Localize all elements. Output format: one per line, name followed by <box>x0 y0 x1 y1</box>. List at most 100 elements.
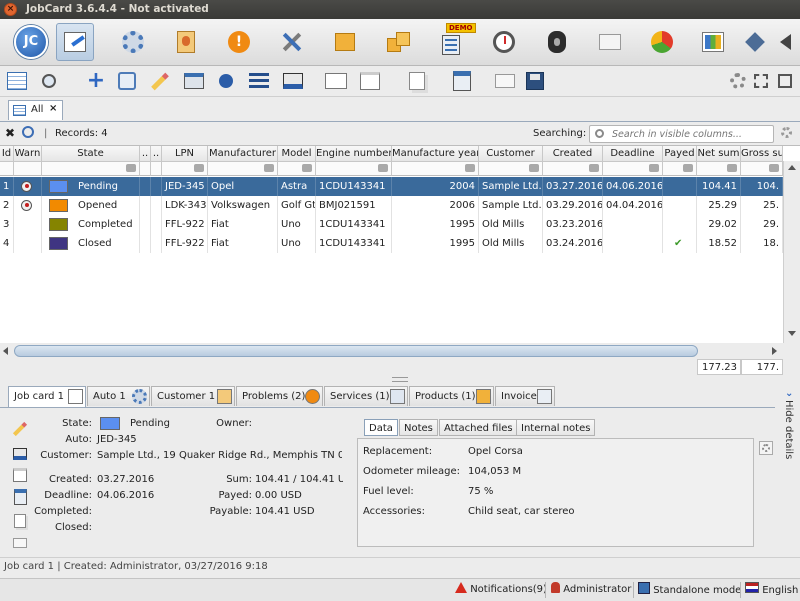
nav-services-button[interactable] <box>273 23 311 61</box>
detail-tab-tools[interactable]: Services (1) <box>324 386 408 406</box>
nav-collapse-button[interactable] <box>772 23 798 61</box>
column-header-model[interactable]: Model <box>278 146 316 162</box>
column-header-lpn[interactable]: LPN <box>162 146 208 162</box>
tab-close-icon[interactable]: × <box>49 103 57 114</box>
print-list-button[interactable] <box>182 69 206 93</box>
nav-customers-button[interactable] <box>167 23 205 61</box>
column-filter-spacer-4[interactable] <box>151 162 162 176</box>
column-filter-lpn[interactable] <box>162 162 208 176</box>
search-input[interactable] <box>610 128 774 141</box>
add-button[interactable]: + <box>84 69 108 93</box>
customer-value[interactable]: Sample Ltd., 19 Quaker Ridge Rd., Memphi… <box>97 450 342 461</box>
print-button[interactable] <box>281 69 305 93</box>
column-filter-engine[interactable] <box>316 162 392 176</box>
column-filter-net[interactable] <box>697 162 741 176</box>
mail-details-button[interactable] <box>11 534 29 552</box>
detail-tab-package[interactable]: Products (1) <box>409 386 494 406</box>
print-details-button[interactable] <box>11 445 29 463</box>
scroll-left-icon[interactable] <box>3 347 8 355</box>
list-view-button[interactable] <box>247 69 271 93</box>
column-filter-deadline[interactable] <box>603 162 663 176</box>
detail-tab-job-card[interactable]: Job card 1 <box>8 386 86 407</box>
table-row[interactable]: 4 Closed FFL-922 Fiat Uno 1CDU143341 1995 Old M… <box>0 234 783 253</box>
column-filter-model[interactable] <box>278 162 316 176</box>
nav-warehouse-button[interactable] <box>379 23 417 61</box>
nav-products-button[interactable] <box>326 23 364 61</box>
column-header-year[interactable]: Manufacture year <box>392 146 479 162</box>
scroll-right-icon[interactable] <box>772 347 777 355</box>
column-header-customer[interactable]: Customer <box>479 146 543 162</box>
column-filter-created[interactable] <box>543 162 603 176</box>
user-button[interactable]: Administrator <box>551 582 631 598</box>
data-panel-settings-button[interactable] <box>759 441 773 455</box>
mode-button[interactable]: Standalone mode <box>638 582 741 598</box>
column-header-state[interactable]: State <box>42 146 140 162</box>
fullscreen-button[interactable] <box>749 69 773 93</box>
column-header-deadline[interactable]: Deadline <box>603 146 663 162</box>
nav-home-button[interactable]: JC <box>12 23 50 61</box>
inner-tab-attached-files[interactable]: Attached files <box>439 419 518 436</box>
column-header-payed[interactable]: Payed <box>663 146 697 162</box>
window-star-button[interactable] <box>358 69 382 93</box>
detail-tab-gear[interactable]: Auto 1 <box>87 386 150 406</box>
report-details-button[interactable] <box>11 488 29 506</box>
save-button[interactable] <box>523 69 547 93</box>
column-filter-payed[interactable] <box>663 162 697 176</box>
column-filter-id[interactable] <box>0 162 14 176</box>
horizontal-scroll-thumb[interactable] <box>14 345 698 357</box>
column-header-id[interactable]: Id <box>0 146 14 162</box>
report-button[interactable] <box>450 69 474 93</box>
inner-tab-internal-notes[interactable]: Internal notes <box>516 419 596 436</box>
inner-tab-data[interactable]: Data <box>364 419 398 436</box>
clear-filter-icon[interactable]: ✖ <box>5 126 15 140</box>
column-header-warn[interactable]: Warn <box>14 146 42 162</box>
column-filter-state[interactable] <box>42 162 140 176</box>
table-row[interactable]: 2 Opened LDK-343 Volkswagen Golf Gt BMJ021591… <box>0 196 783 215</box>
column-filter-gross[interactable] <box>741 162 783 176</box>
column-filter-year[interactable] <box>392 162 479 176</box>
mail-button[interactable] <box>493 69 517 93</box>
nav-settings-button[interactable] <box>114 23 152 61</box>
edit-button[interactable] <box>148 69 172 93</box>
copy-button[interactable] <box>115 69 139 93</box>
detail-tab-customer[interactable]: Customer 1 <box>151 386 235 406</box>
notifications-button[interactable]: Notifications(9) <box>455 582 547 598</box>
restore-window-button[interactable] <box>773 69 797 93</box>
detail-tab-problem[interactable]: Problems (2) <box>236 386 323 406</box>
scroll-up-icon[interactable] <box>788 165 796 170</box>
nav-statistics-button[interactable] <box>485 23 523 61</box>
vertical-scrollbar[interactable] <box>783 161 800 343</box>
refresh-icon[interactable] <box>22 126 34 138</box>
search-box[interactable] <box>589 125 774 143</box>
search-button[interactable] <box>37 69 61 93</box>
column-header-created[interactable]: Created <box>543 146 603 162</box>
nav-problems-button[interactable]: ! <box>220 23 258 61</box>
table-view-button[interactable] <box>5 69 29 93</box>
column-header-net[interactable]: Net sum <box>697 146 741 162</box>
detail-tab-invoice[interactable]: Invoices <box>495 386 555 406</box>
search-settings-icon[interactable] <box>781 127 792 138</box>
new-window-button[interactable] <box>324 69 348 93</box>
inner-tab-notes[interactable]: Notes <box>399 419 438 436</box>
column-header-engine[interactable]: Engine number <box>316 146 392 162</box>
nav-cleanup-button[interactable] <box>740 23 770 61</box>
column-header-manufacturer[interactable]: Manufacturer <box>208 146 278 162</box>
window-close-button[interactable]: × <box>4 3 17 16</box>
lock-button[interactable] <box>214 69 238 93</box>
edit-details-button[interactable] <box>11 420 29 438</box>
nav-reports-button[interactable]: DEMO <box>432 23 476 61</box>
column-header-spacer-3[interactable]: .. <box>140 146 151 162</box>
scroll-down-icon[interactable] <box>788 331 796 336</box>
nav-charts-button[interactable] <box>643 23 681 61</box>
tab-all[interactable]: All × <box>8 100 63 120</box>
copy-details-button[interactable] <box>11 512 29 530</box>
column-header-spacer-4[interactable]: .. <box>151 146 162 162</box>
column-filter-spacer-3[interactable] <box>140 162 151 176</box>
column-header-gross[interactable]: Gross su <box>741 146 783 162</box>
hide-details-toggle[interactable]: ⌄ Hide details <box>780 386 800 556</box>
nav-calendar-button[interactable] <box>694 23 732 61</box>
splitter-handle[interactable] <box>392 377 408 382</box>
nav-tires-button[interactable] <box>538 23 576 61</box>
table-row[interactable]: 1 Pending JED-345 Opel Astra 1CDU143341 2004 Sa… <box>0 177 783 196</box>
settings-button[interactable] <box>726 69 750 93</box>
